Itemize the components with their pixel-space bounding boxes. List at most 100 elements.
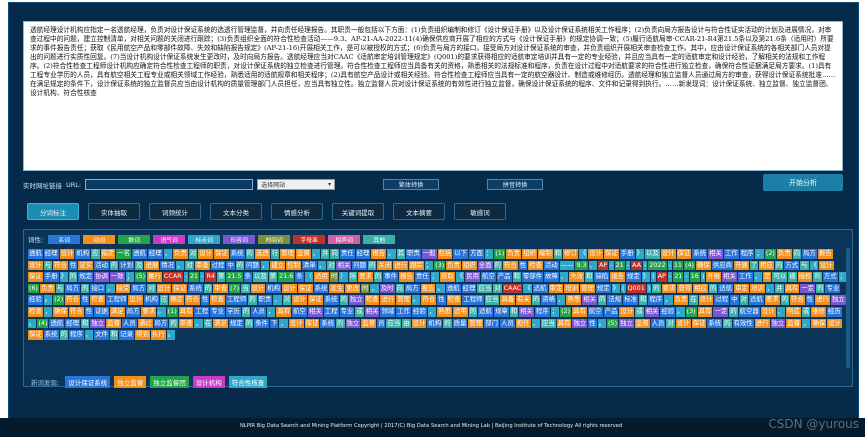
- source-text-area[interactable]: 透航经理设计机构应指定一名透航经理，负责对设计保证系统的选透行管理监督，并向责任…: [23, 21, 843, 171]
- new-word-tag[interactable]: 独立监督团: [150, 376, 189, 388]
- tagged-word: 符合: [185, 295, 200, 305]
- tab-7[interactable]: 敏感词: [454, 203, 506, 220]
- tagged-word: ；: [755, 249, 764, 259]
- url-input[interactable]: [85, 179, 254, 190]
- pinyin-convert-button[interactable]: 拼音转换: [487, 179, 544, 190]
- tab-4[interactable]: 情感分析: [271, 203, 323, 220]
- tab-3[interactable]: 文本分类: [210, 203, 262, 220]
- tagged-word: 机构: [75, 249, 91, 259]
- tagged-word: 全面: [477, 260, 493, 271]
- tagged-word: 管理: [468, 318, 484, 329]
- legend-item[interactable]: 其他: [363, 234, 396, 244]
- tagged-word: 工程: [323, 306, 339, 317]
- tagged-word: 工程师: [106, 295, 128, 305]
- tagged-word: 性: [588, 318, 597, 329]
- tagged-word: 授权: [797, 272, 813, 282]
- traditional-convert-button[interactable]: 繁体转换: [383, 179, 440, 190]
- tagged-word: 相关: [722, 272, 737, 282]
- tagged-word: 程序: [739, 249, 755, 259]
- legend-item[interactable]: 语气词: [153, 234, 186, 244]
- tagged-word: ，: [370, 283, 379, 294]
- legend-item[interactable]: 拟声词: [328, 234, 361, 244]
- tagged-word: 的: [235, 260, 245, 271]
- tagged-word: ，: [260, 260, 270, 271]
- tagged-word: ，: [557, 295, 566, 305]
- tagged-word: 应当: [386, 318, 402, 329]
- tagged-word: 符合: [53, 260, 68, 271]
- tagged-word: -: [642, 260, 648, 271]
- tagged-word: 对: [493, 283, 502, 294]
- tagged-word: 跟踪: [408, 260, 424, 271]
- tagged-word: -: [625, 260, 631, 271]
- tagged-word: (1): [166, 306, 178, 317]
- tagged-word: ，: [765, 283, 775, 294]
- tagged-word: 性: [805, 295, 815, 305]
- tagged-word: 工作: [396, 306, 412, 317]
- tagged-word: (4): [37, 318, 49, 329]
- tab-2[interactable]: 词频统计: [149, 203, 201, 220]
- legend-item[interactable]: 形容词: [223, 234, 256, 244]
- tagged-word: 局方: [153, 318, 169, 329]
- tagged-word: 透航: [49, 318, 65, 329]
- tagged-word: 设计: [411, 318, 427, 329]
- legend-item[interactable]: 时间词: [258, 234, 291, 244]
- start-analysis-button[interactable]: 开始分析: [763, 174, 843, 191]
- tagged-word: 相关: [644, 306, 660, 317]
- tagged-word: 与: [43, 260, 53, 271]
- tagged-word: 或: [801, 306, 811, 317]
- tagged-word: 局方: [802, 249, 817, 259]
- new-word-tag[interactable]: 设计保证系统: [65, 376, 111, 388]
- tagged-word: 问题: [352, 260, 368, 271]
- tagged-word: 在: [689, 295, 698, 305]
- new-word-tag[interactable]: 独立监督: [114, 376, 147, 388]
- tagged-word: 可以: [772, 272, 788, 282]
- tagged-word: (2): [764, 249, 776, 259]
- tab-0[interactable]: 分词标注: [27, 203, 79, 220]
- tagged-word: 具备: [500, 295, 516, 305]
- tagged-word: 产品: [496, 272, 512, 282]
- tagged-word: 有关: [516, 295, 531, 305]
- panel-scrollbar[interactable]: [846, 248, 850, 368]
- tagged-word: 缺陷: [594, 272, 610, 282]
- tagged-word: 进展: [144, 260, 160, 271]
- tab-6[interactable]: 文本摘要: [393, 203, 445, 220]
- tagged-word: 管理: [580, 283, 595, 294]
- new-word-tag[interactable]: 符合性核查: [228, 376, 268, 388]
- legend-item[interactable]: 字母串: [293, 234, 326, 244]
- tab-1[interactable]: 实体抽取: [88, 203, 140, 220]
- tagged-word: 编制: [537, 249, 553, 259]
- tagged-word: (4): [683, 260, 696, 271]
- tagged-word: ：: [484, 249, 494, 259]
- tagged-word: 下: [270, 318, 279, 329]
- legend-item[interactable]: 数词: [118, 234, 151, 244]
- tagged-word: 的: [709, 283, 718, 294]
- tab-5[interactable]: 关键词提取: [332, 203, 384, 220]
- tagged-word: 包括: [437, 249, 453, 259]
- tagged-word: 人员: [121, 318, 137, 329]
- url-field-label: URL:: [66, 180, 82, 189]
- tagged-word: 责任: [414, 272, 430, 282]
- tagged-word: 应当: [540, 318, 556, 329]
- tagged-word: 一般: [421, 249, 437, 259]
- tagged-word: 一致: [109, 272, 125, 282]
- legend-item[interactable]: 动词: [83, 234, 116, 244]
- tagged-word: 应当: [477, 283, 493, 294]
- new-word-tag[interactable]: 设计机构: [192, 376, 225, 388]
- tagged-word: 《: [455, 272, 465, 282]
- tagged-word: 适航: [478, 306, 493, 317]
- tagged-word: 执行: [150, 330, 166, 340]
- tagged-word: 的: [443, 318, 452, 329]
- legend-item[interactable]: 标点词: [188, 234, 221, 244]
- site-select[interactable]: 选择网站 ▾: [257, 179, 336, 190]
- tagged-word: 和: [638, 295, 648, 305]
- tagged-word: ；: [430, 272, 440, 282]
- tagged-word: 或: [355, 306, 364, 317]
- tagged-word: 适用: [452, 306, 468, 317]
- tagged-word: 相应: [693, 283, 708, 294]
- legend-item[interactable]: 名词: [48, 234, 81, 244]
- tagged-word: (5): [607, 318, 619, 329]
- tagged-word: 一定: [800, 283, 816, 294]
- tagged-word: 关闭: [377, 260, 393, 271]
- tagged-word: 的: [774, 260, 784, 271]
- tagged-word: 证据: [94, 306, 109, 317]
